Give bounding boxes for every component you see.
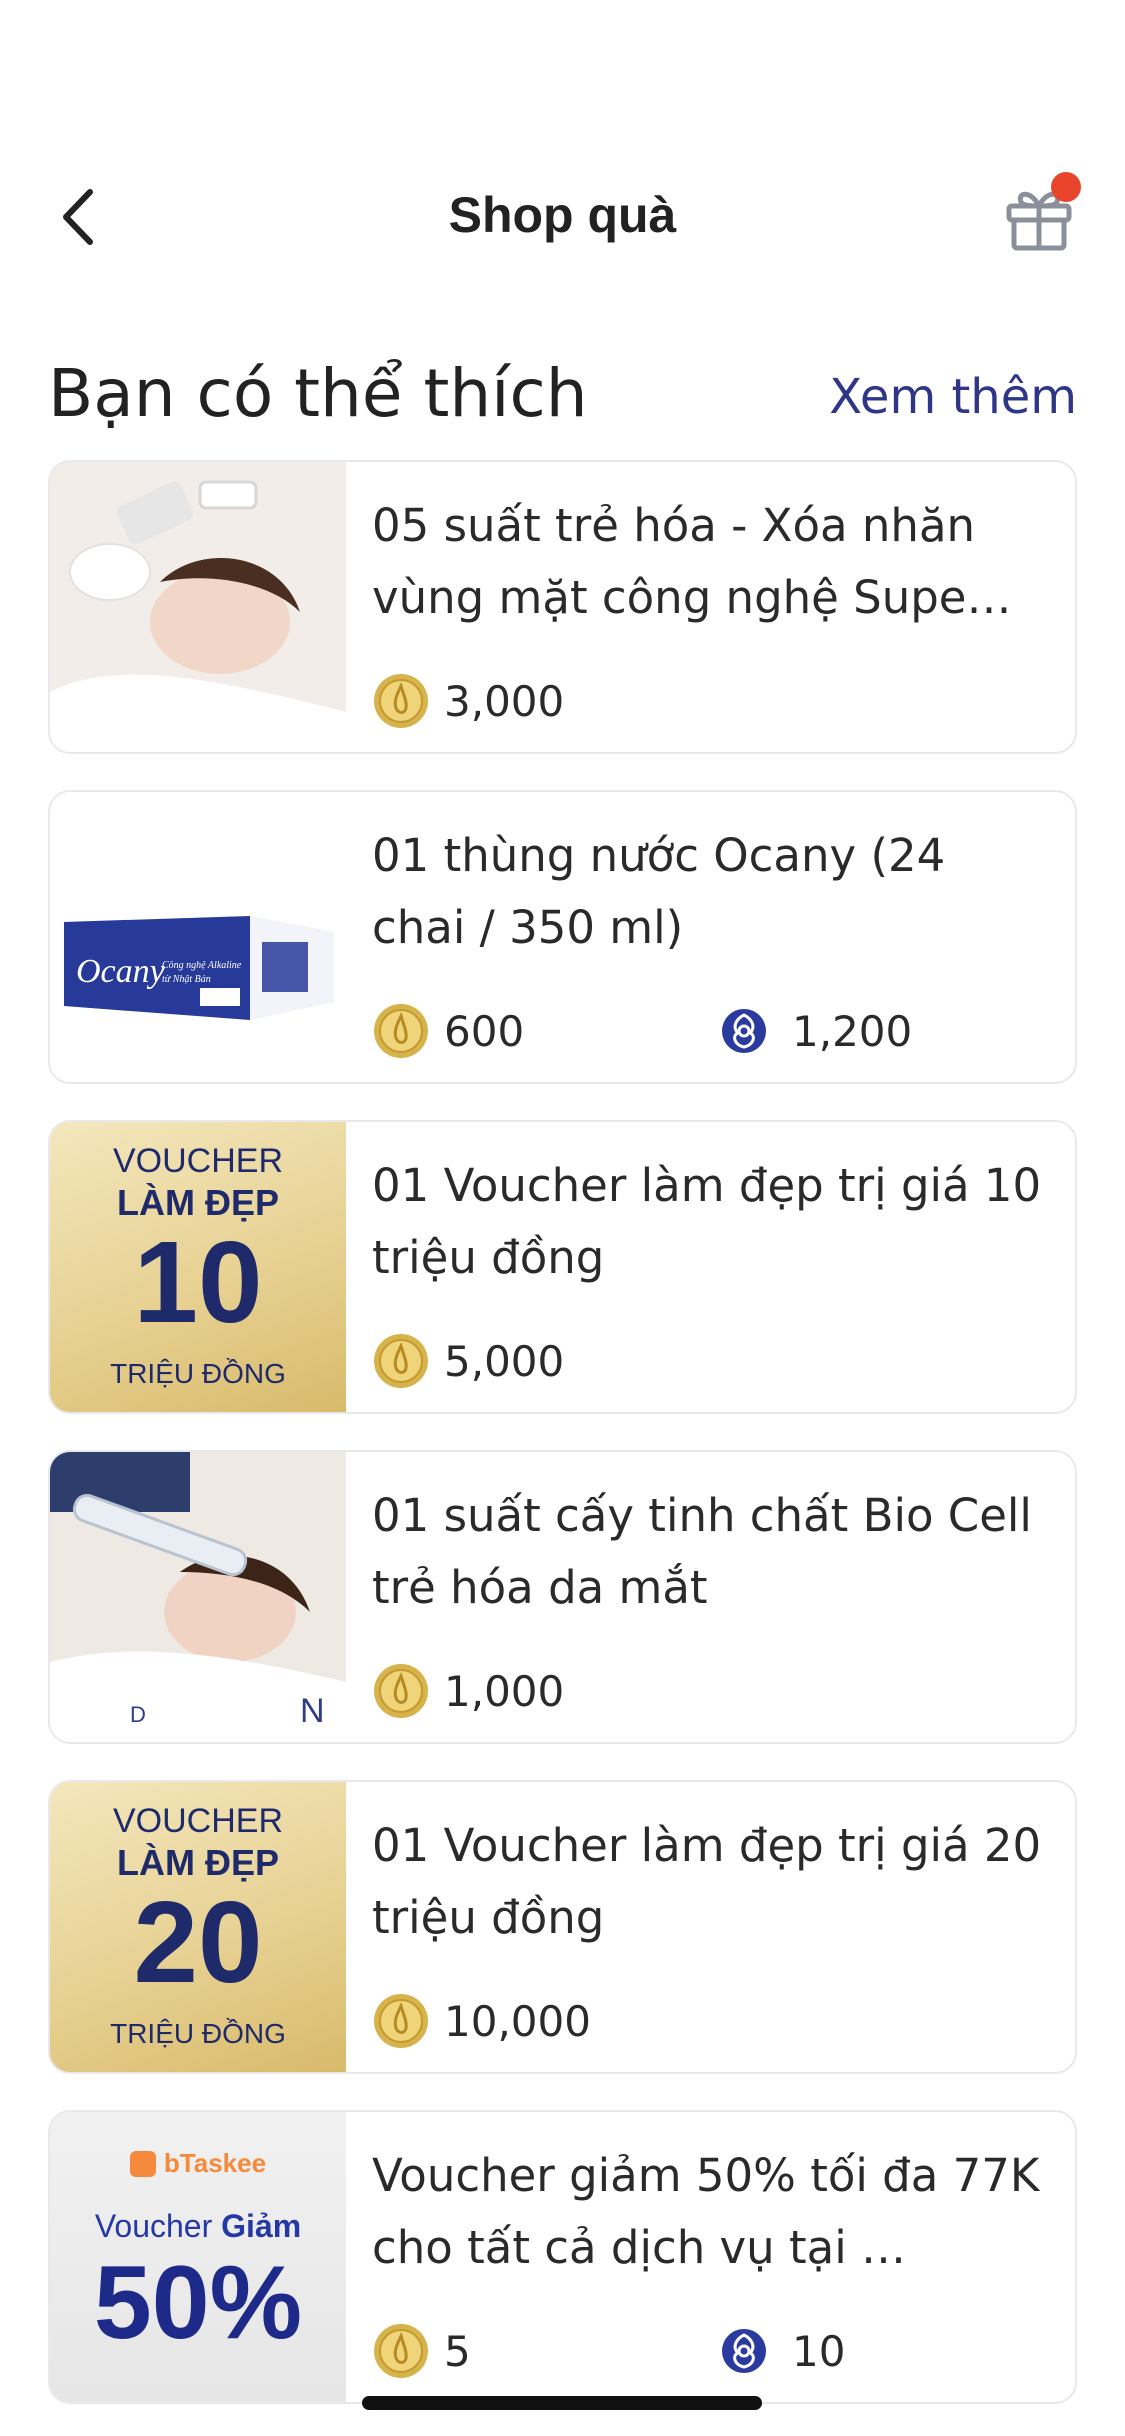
gift-card[interactable]: 05 suất trẻ hóa - Xóa nhăn vùng mặt công… (48, 460, 1077, 754)
btaskee-line1: Voucher (94, 2208, 213, 2244)
voucher-number: 20 (133, 1877, 263, 2007)
coin-icon (374, 2324, 428, 2378)
gift-title: Voucher giảm 50% tối đa 77K cho tất cả d… (372, 2149, 1040, 2274)
product-image: D N (50, 1452, 346, 1742)
box-sub2: từ Nhật Bản (162, 974, 211, 985)
svg-text:D: D (130, 1702, 146, 1727)
price-row: 3,000 (372, 670, 1062, 732)
coin-icon (374, 1994, 428, 2048)
btaskee-brand: bTaskee (163, 2148, 267, 2178)
rose-amount: 10 (792, 2326, 846, 2376)
box-brand: Ocany (76, 953, 166, 990)
coin-icon (374, 1334, 428, 1388)
voucher-bottom: TRIỆU ĐỒNG (110, 1358, 286, 1389)
price-row: 10,000 (372, 1990, 1062, 2052)
notification-badge (1051, 172, 1081, 202)
coin-icon (374, 1004, 428, 1058)
voucher-image: VOUCHER LÀM ĐẸP 20 TRIỆU ĐỒNG (50, 1782, 346, 2072)
product-image: Ocany Công nghệ Alkaline từ Nhật Bản (50, 792, 346, 1082)
gift-card[interactable]: Ocany Công nghệ Alkaline từ Nhật Bản 01 … (48, 790, 1077, 1084)
voucher-top: VOUCHER (112, 1802, 284, 1840)
rose-amount: 1,200 (792, 1006, 913, 1056)
voucher-bottom: TRIỆU ĐỒNG (110, 2018, 286, 2049)
page-title: Shop quà (448, 187, 677, 243)
voucher-number: 10 (133, 1217, 263, 1347)
gift-card[interactable]: VOUCHER LÀM ĐẸP 10 TRIỆU ĐỒNG 01 Voucher… (48, 1120, 1077, 1414)
voucher-image: VOUCHER LÀM ĐẸP 10 TRIỆU ĐỒNG (50, 1122, 346, 1412)
gift-title: 01 Voucher làm đẹp trị giá 20 triệu đồng (372, 1819, 1042, 1944)
gift-title: 01 thùng nước Ocany (24 chai / 350 ml) (372, 829, 946, 954)
rose-icon (722, 2329, 766, 2373)
coin-price: 3,000 (372, 670, 564, 732)
header: Shop quà (0, 150, 1125, 280)
coin-amount: 5 (444, 2326, 471, 2376)
btaskee-big: 50% (93, 2245, 303, 2361)
voucher-image: bTaskee Voucher Giảm 50% (50, 2112, 346, 2402)
coin-icon (374, 1664, 428, 1718)
rose-icon (722, 1009, 766, 1053)
coin-price: 10,000 (372, 1990, 591, 2052)
section-header: Bạn có thể thích Xem thêm (48, 355, 1077, 435)
coin-price: 1,000 (372, 1660, 564, 1722)
coin-price: 5 (372, 2320, 471, 2382)
gift-title: 01 Voucher làm đẹp trị giá 10 triệu đồng (372, 1159, 1042, 1284)
gift-title: 01 suất cấy tinh chất Bio Cell trẻ hóa d… (372, 1489, 1032, 1614)
gift-card[interactable]: VOUCHER LÀM ĐẸP 20 TRIỆU ĐỒNG 01 Voucher… (48, 1780, 1077, 2074)
price-row: 5 10 (372, 2320, 1062, 2382)
btaskee-line1b: Giảm (221, 2208, 302, 2244)
gift-list: 05 suất trẻ hóa - Xóa nhăn vùng mặt công… (48, 460, 1077, 2436)
product-image (50, 462, 346, 752)
coin-amount: 10,000 (444, 1996, 591, 2046)
gift-title: 05 suất trẻ hóa - Xóa nhăn vùng mặt công… (372, 499, 1012, 624)
rose-price: 10 (718, 2320, 845, 2382)
rose-price: 1,200 (718, 1000, 912, 1062)
price-row: 5,000 (372, 1330, 1062, 1392)
section-title: Bạn có thể thích (48, 355, 588, 432)
voucher-top: VOUCHER (112, 1142, 284, 1180)
home-indicator[interactable] (362, 2396, 762, 2410)
box-sub1: Công nghệ Alkaline (162, 960, 242, 971)
price-row: 1,000 (372, 1660, 1062, 1722)
coin-amount: 1,000 (444, 1666, 565, 1716)
price-row: 600 1,200 (372, 1000, 1062, 1062)
gift-card[interactable]: D N 01 suất cấy tinh chất Bio Cell trẻ h… (48, 1450, 1077, 1744)
svg-text:N: N (300, 1692, 325, 1730)
coin-amount: 5,000 (444, 1336, 565, 1386)
gift-button[interactable] (1001, 172, 1081, 254)
coin-price: 5,000 (372, 1330, 564, 1392)
coin-amount: 600 (444, 1006, 525, 1056)
gift-card[interactable]: bTaskee Voucher Giảm 50% Voucher giảm 50… (48, 2110, 1077, 2404)
coin-icon (374, 674, 428, 728)
coin-amount: 3,000 (444, 676, 565, 726)
see-more-link[interactable]: Xem thêm (829, 369, 1077, 425)
btaskee-line: Voucher Giảm (50, 2208, 346, 2245)
btaskee-logo: bTaskee (50, 2148, 346, 2179)
coin-price: 600 (372, 1000, 524, 1062)
